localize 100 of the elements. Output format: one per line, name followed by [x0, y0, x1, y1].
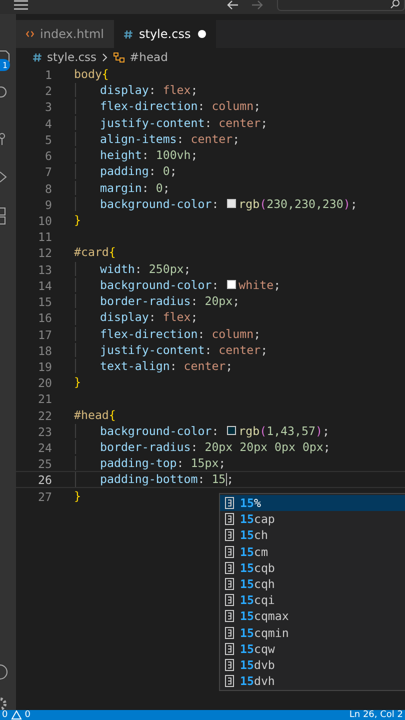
suggestion-item[interactable]: 15% [220, 495, 405, 512]
punctuation-text: ; [184, 260, 191, 277]
paren-text: ) [343, 196, 350, 212]
color-swatch[interactable] [226, 199, 236, 208]
number-text: 230,230,230 [266, 196, 344, 212]
extensions-icon[interactable] [0, 207, 8, 225]
code-brackets-icon [26, 30, 34, 38]
suggestion-item[interactable]: 15cqi [220, 592, 405, 608]
punctuation-text: ; [254, 326, 261, 342]
punctuation-text: ; [260, 342, 268, 358]
search-icon[interactable] [0, 86, 8, 100]
search-icon [390, 0, 400, 8]
cursor-position[interactable]: Ln 26, Col 2 [349, 710, 403, 720]
punctuation-text: ; [260, 114, 268, 131]
hash-icon [124, 30, 133, 38]
selector-text: #card [74, 244, 109, 261]
punctuation-text: : [176, 130, 185, 148]
line-number: 10 [37, 212, 52, 228]
line-number: 22 [37, 408, 52, 422]
unit-icon [225, 642, 234, 655]
suggestion-item[interactable]: 15ch [220, 527, 405, 544]
property-text: width [100, 260, 135, 277]
punctuation-text: ; [170, 163, 177, 180]
punctuation-text: : [142, 180, 150, 196]
punctuation-text: : [190, 293, 199, 310]
color-swatch[interactable] [226, 280, 236, 290]
punctuation-text: : [204, 342, 213, 358]
line-number: 27 [37, 488, 52, 503]
value-text: center [218, 342, 261, 358]
property-text: border-radius [100, 293, 191, 310]
line-number: 14 [37, 278, 52, 292]
punctuation-text: ; [232, 293, 240, 310]
suggestion-item[interactable]: 15cm [220, 544, 405, 560]
suggestion-item[interactable]: 15cqmax [220, 608, 405, 624]
suggestion-item[interactable]: 15cqw [220, 640, 405, 657]
line-number: 2 [44, 83, 52, 98]
editor-tab[interactable]: style.css [114, 20, 216, 48]
branch-icon[interactable] [0, 132, 8, 146]
property-text: align-items [100, 130, 177, 148]
brace-text: } [74, 488, 81, 504]
brace-text: { [108, 244, 116, 261]
punctuation-text: ; [226, 471, 234, 488]
hash-icon [33, 52, 42, 62]
brace-text: { [108, 406, 116, 423]
punctuation-text: ; [190, 82, 198, 98]
suggestion-item[interactable]: 15cap [220, 511, 405, 528]
punctuation-text: ; [226, 358, 233, 374]
account-icon[interactable] [0, 664, 8, 680]
punctuation-text: : [198, 98, 206, 115]
search-field[interactable] [277, 0, 405, 11]
text-cursor [226, 473, 227, 486]
suggestion-item[interactable]: 15cqh [220, 576, 405, 592]
warning-count[interactable]: 0 [24, 710, 30, 720]
unit-icon [225, 546, 234, 558]
unit-icon [225, 658, 234, 671]
breadcrumb-item[interactable]: #head [130, 50, 168, 64]
property-text: height [100, 147, 142, 164]
menu-icon[interactable] [14, 0, 28, 10]
back-arrow-icon[interactable] [227, 0, 239, 10]
value-text: center [184, 358, 226, 374]
property-text: flex-direction [100, 98, 198, 115]
property-text: padding-bottom [100, 471, 198, 488]
suggestion-item[interactable]: 15cqb [220, 560, 405, 576]
line-number: 8 [44, 180, 52, 195]
property-text: justify-content [100, 342, 205, 358]
punctuation-text: ; [323, 439, 330, 456]
forward-arrow-icon[interactable] [251, 0, 263, 10]
notification-badge: 1 [0, 59, 10, 71]
value-text: flex [162, 82, 191, 98]
punctuation-text: ; [218, 455, 226, 472]
line-number: 24 [37, 440, 52, 454]
suggestion-item[interactable]: 15dvb [220, 656, 405, 674]
run-icon[interactable] [0, 170, 8, 184]
editor-tab[interactable]: index.html [16, 20, 114, 48]
value-text: flex [162, 309, 191, 326]
suggestion-item[interactable]: 15cqmin [220, 624, 405, 641]
punctuation-text: : [148, 309, 157, 326]
value-text: white [238, 276, 274, 294]
punctuation-text: : [212, 422, 220, 440]
property-text: background-color [100, 276, 212, 294]
punctuation-text: : [204, 114, 213, 131]
unit-icon [225, 610, 234, 622]
unit-icon [225, 562, 234, 574]
punctuation-text: : [212, 196, 220, 212]
property-text: display [100, 309, 149, 326]
line-number: 25 [37, 456, 52, 470]
function-text: rgb [238, 422, 260, 440]
line-number: 4 [44, 116, 52, 130]
paren-text: ( [260, 196, 267, 212]
warning-icon [10, 710, 22, 720]
unsaved-dot-icon [198, 30, 206, 38]
unit-icon [225, 675, 234, 688]
punctuation-text: : [190, 439, 199, 456]
symbol-icon [112, 52, 125, 62]
error-count[interactable]: 0 [2, 710, 8, 720]
breadcrumb-item[interactable]: style.css [47, 50, 97, 64]
suggestion-item[interactable]: 15dvh [220, 673, 405, 690]
color-swatch[interactable] [226, 426, 236, 436]
line-number: 12 [37, 245, 52, 260]
punctuation-text: ; [350, 196, 358, 212]
